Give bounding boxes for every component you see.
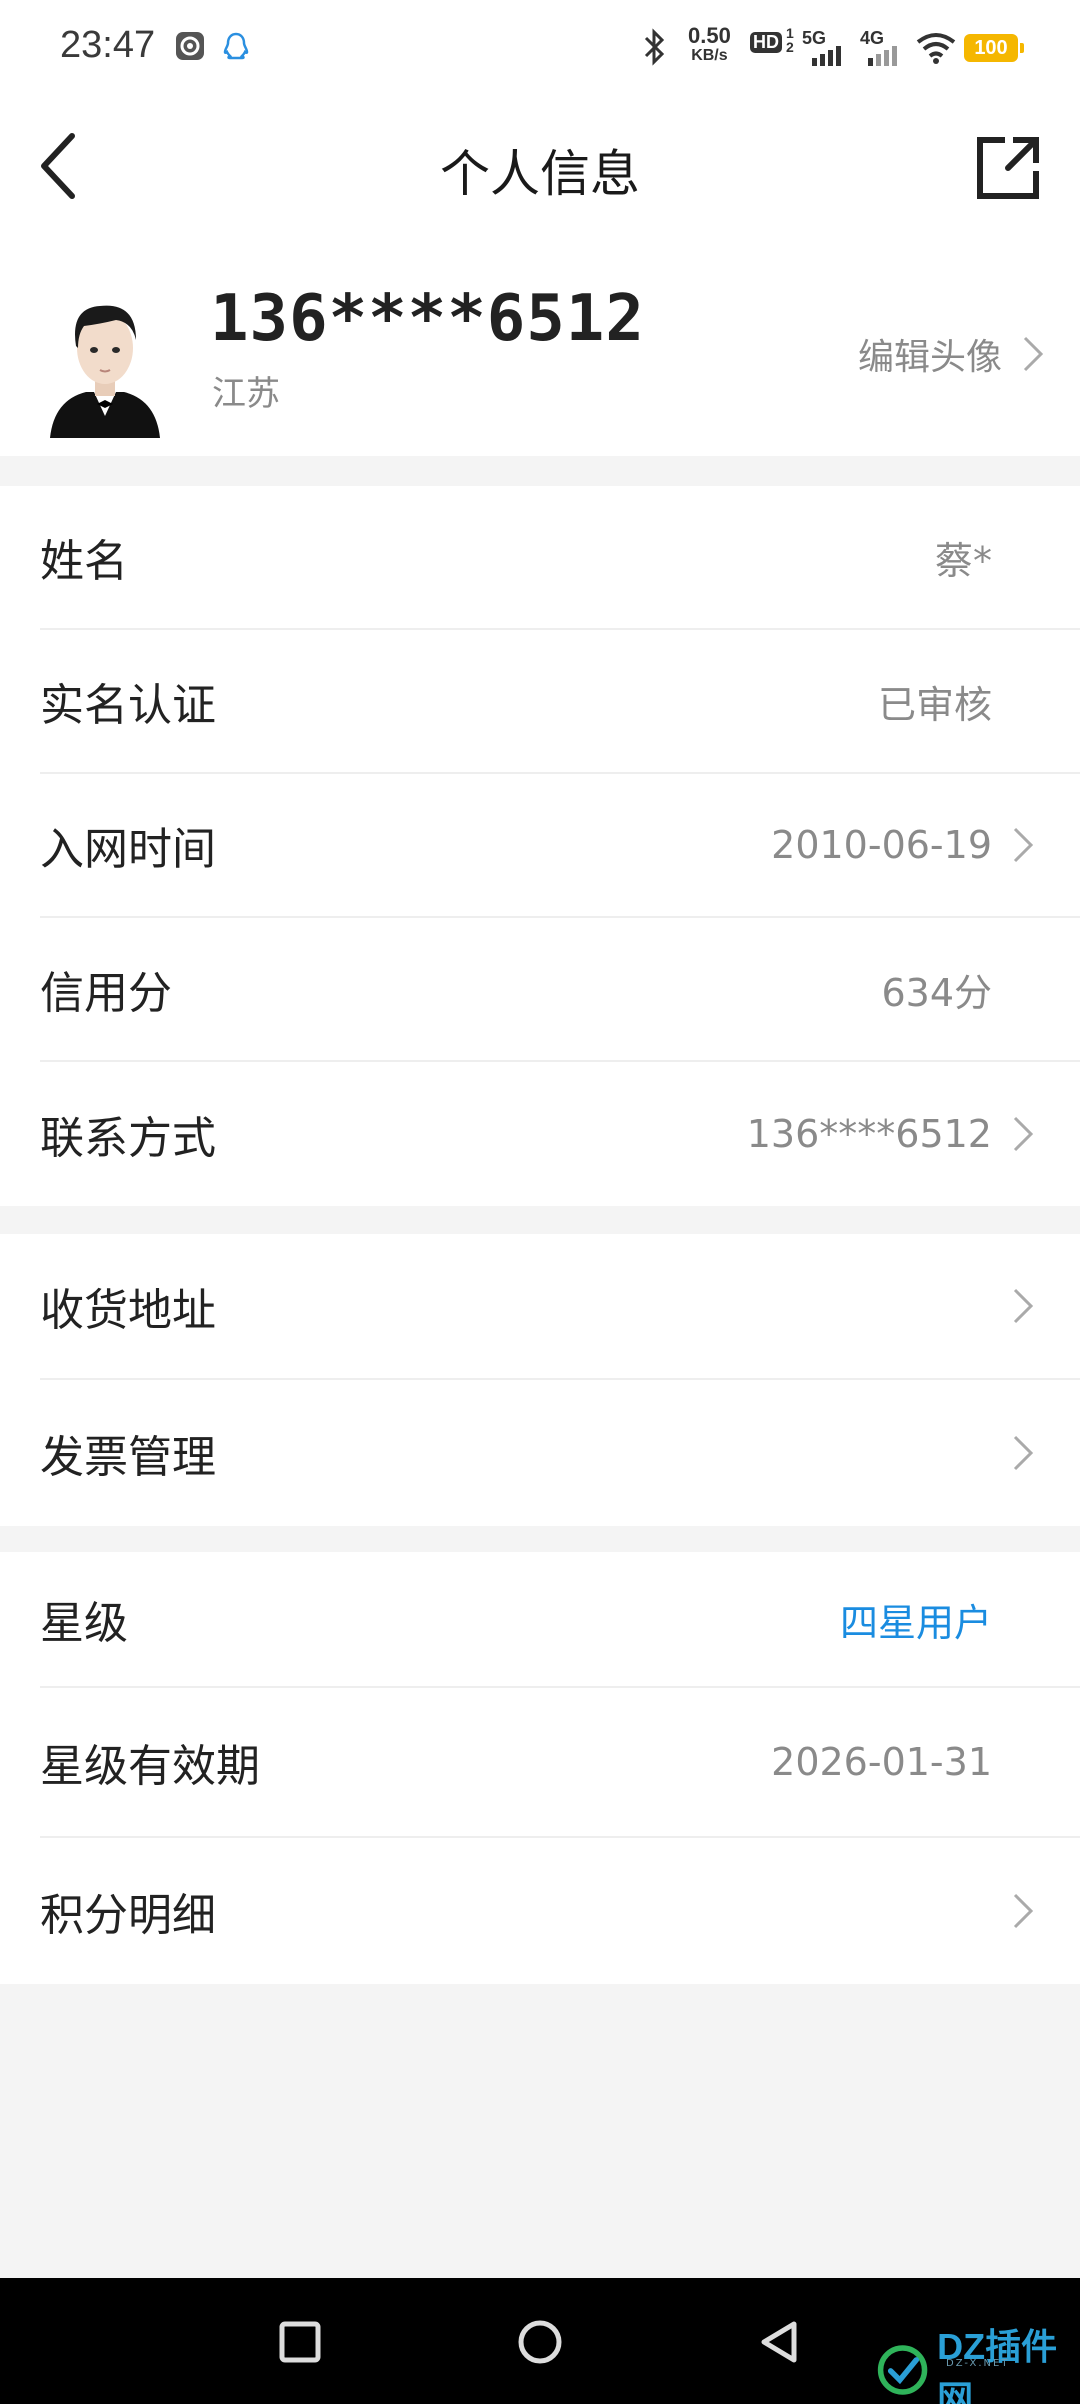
row-value: 已审核 bbox=[877, 682, 992, 727]
row-points-details[interactable]: 积分明细 bbox=[40, 1838, 1080, 1984]
phone-number: 136****6512 bbox=[210, 282, 645, 356]
chevron-right-icon bbox=[1023, 336, 1044, 372]
signal-4g-icon bbox=[868, 46, 897, 66]
status-bar: 23:47 0.50 KB/s HD 12 5G 4G 100 bbox=[0, 0, 1080, 96]
row-label: 星级 bbox=[40, 1598, 128, 1649]
region-label: 江苏 bbox=[212, 374, 280, 414]
row-real-name-verification: 实名认证 已审核 bbox=[40, 630, 1080, 774]
row-star-level-validity: 星级有效期 2026-01-31 bbox=[40, 1688, 1080, 1838]
row-invoice-management[interactable]: 发票管理 bbox=[40, 1380, 1080, 1526]
chevron-right-icon bbox=[1013, 827, 1034, 863]
share-icon[interactable] bbox=[972, 132, 1044, 204]
row-label: 实名认证 bbox=[40, 680, 216, 731]
row-name: 姓名 蔡* bbox=[40, 486, 1080, 630]
home-icon[interactable] bbox=[516, 2318, 564, 2366]
row-label: 积分明细 bbox=[40, 1890, 216, 1941]
avatar[interactable] bbox=[40, 288, 170, 438]
profile-card: 136****6512 江苏 编辑头像 bbox=[0, 238, 1080, 456]
chevron-right-icon bbox=[1013, 1288, 1034, 1324]
row-label: 收货地址 bbox=[40, 1285, 216, 1336]
row-label: 联系方式 bbox=[40, 1113, 216, 1164]
hd-sim-index: 12 bbox=[786, 25, 794, 55]
row-label: 入网时间 bbox=[40, 824, 216, 875]
bluetooth-icon bbox=[644, 28, 665, 66]
row-label: 姓名 bbox=[40, 536, 128, 587]
row-value: 634分 bbox=[881, 970, 992, 1015]
row-label: 发票管理 bbox=[40, 1432, 216, 1483]
back-nav-icon[interactable] bbox=[756, 2318, 804, 2366]
hd-badge: HD bbox=[750, 32, 782, 53]
address-invoice-group: 收货地址 发票管理 bbox=[0, 1234, 1080, 1526]
row-label: 信用分 bbox=[40, 968, 172, 1019]
row-contact[interactable]: 联系方式 136****6512 bbox=[40, 1062, 1080, 1206]
personal-info-group: 姓名 蔡* 实名认证 已审核 入网时间 2010-06-19 信用分 634分 … bbox=[0, 486, 1080, 1206]
star-level-group: 星级 四星用户 星级有效期 2026-01-31 积分明细 bbox=[0, 1552, 1080, 1984]
watermark: DZ插件网 DZ-X.NET bbox=[876, 2318, 1080, 2404]
signal-5g-icon bbox=[812, 46, 841, 66]
edit-avatar-label: 编辑头像 bbox=[857, 337, 1002, 378]
row-network-join-date[interactable]: 入网时间 2010-06-19 bbox=[40, 774, 1080, 918]
chevron-right-icon bbox=[1013, 1116, 1034, 1152]
qq-icon bbox=[223, 32, 249, 60]
app-notification-icon bbox=[176, 32, 204, 60]
page-title: 个人信息 bbox=[440, 145, 640, 203]
row-value: 四星用户 bbox=[839, 1600, 992, 1645]
row-credit-score: 信用分 634分 bbox=[40, 918, 1080, 1062]
row-label: 星级有效期 bbox=[40, 1741, 260, 1792]
network-speed: 0.50 KB/s bbox=[688, 23, 731, 65]
top-app-bar: 个人信息 bbox=[0, 96, 1080, 238]
row-value: 136****6512 bbox=[746, 1112, 992, 1156]
row-value: 2026-01-31 bbox=[771, 1740, 992, 1784]
row-value: 2010-06-19 bbox=[771, 823, 992, 867]
chevron-right-icon bbox=[1013, 1893, 1034, 1929]
row-shipping-address[interactable]: 收货地址 bbox=[40, 1234, 1080, 1380]
status-time: 23:47 bbox=[60, 24, 156, 66]
row-star-level: 星级 四星用户 bbox=[40, 1552, 1080, 1688]
chevron-right-icon bbox=[1013, 1435, 1034, 1471]
battery-indicator: 100 bbox=[964, 34, 1024, 62]
edit-avatar-button[interactable]: 编辑头像 bbox=[858, 328, 1044, 380]
watermark-logo-icon bbox=[877, 2345, 928, 2395]
row-value: 蔡* bbox=[934, 538, 992, 583]
watermark-subtext: DZ-X.NET bbox=[946, 2358, 1010, 2369]
wifi-icon bbox=[916, 33, 956, 64]
recent-apps-icon[interactable] bbox=[276, 2318, 324, 2366]
